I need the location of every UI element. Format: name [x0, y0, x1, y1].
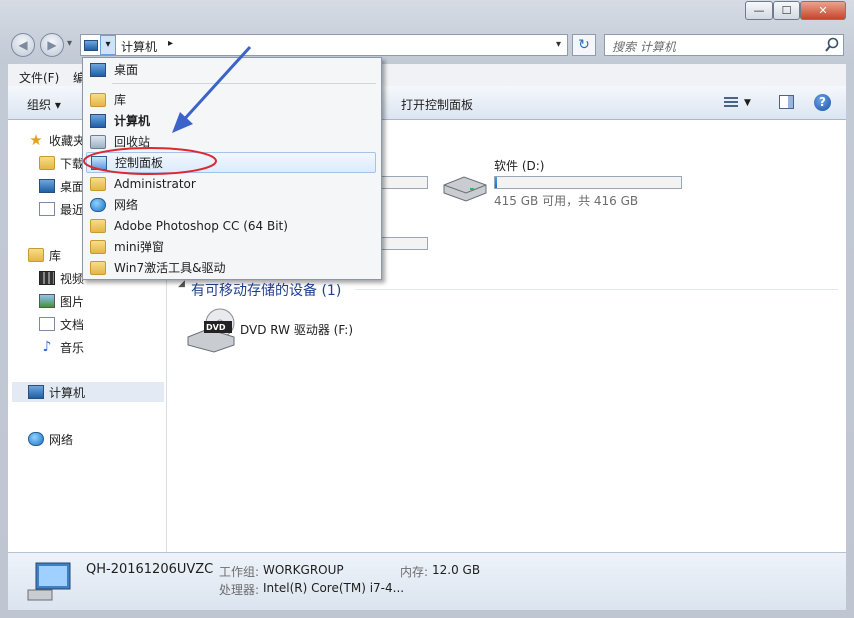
annotation-overlay	[83, 45, 252, 175]
pointer-arrow-shaft	[178, 45, 252, 126]
highlight-ring	[83, 147, 217, 175]
